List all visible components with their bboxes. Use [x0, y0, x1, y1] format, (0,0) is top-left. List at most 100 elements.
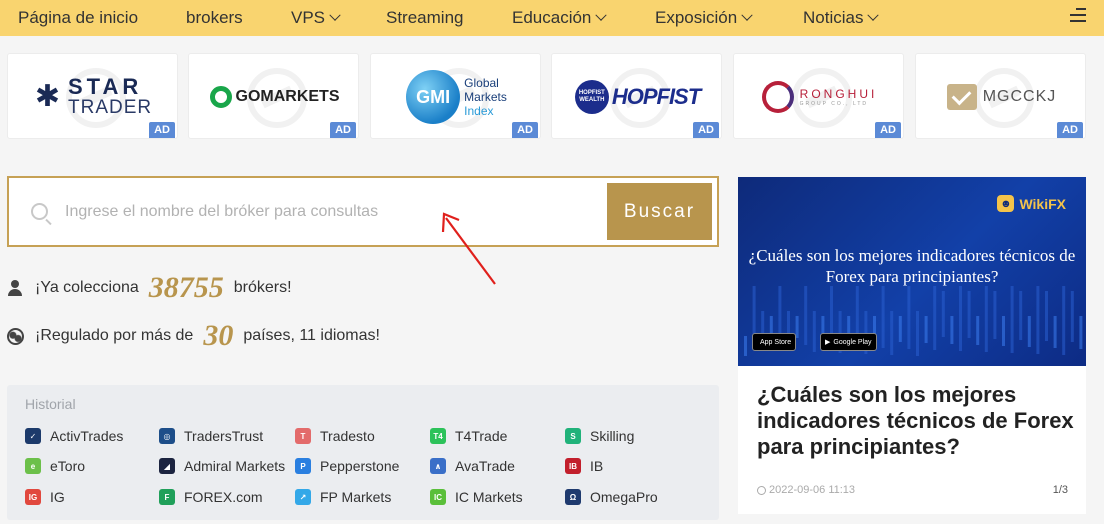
history-item[interactable]: F FOREX.com [159, 489, 263, 505]
candle-mark [1019, 291, 1023, 340]
ad-badge: AD [512, 122, 538, 138]
wikifx-mark-icon: ☻ [997, 195, 1015, 212]
history-item[interactable]: ◎ TradersTrust [159, 428, 263, 444]
broker-logo-icon: ✓ [25, 428, 41, 444]
candle-mark [890, 311, 894, 355]
candle-mark [1070, 291, 1074, 342]
hamburger-icon[interactable] [1070, 8, 1086, 26]
candle-mark [881, 286, 885, 348]
broker-ad-hopfist[interactable]: HOPFIST WEALTH HOPFIST AD [551, 53, 722, 139]
nav-label: Streaming [386, 8, 464, 27]
search-input[interactable] [65, 192, 595, 232]
nav-exposicion[interactable]: Exposición [655, 0, 753, 36]
brand-text: WikiFX [1019, 195, 1066, 212]
broker-ad-ronghui[interactable]: RONGHUI GROUP CO., LTD AD [733, 53, 904, 139]
stat-number: 30 [203, 319, 234, 352]
news-card[interactable]: ☻ WikiFX ¿Cuáles son los mejores indicad… [738, 177, 1086, 514]
history-item[interactable]: IB IB [565, 458, 603, 474]
candle-mark [941, 291, 945, 337]
candle-mark [1002, 316, 1005, 346]
logo-text: HOPFIST WEALTH [578, 90, 605, 103]
search-button[interactable]: Buscar [607, 183, 712, 240]
candle-mark [1053, 316, 1057, 348]
date-text: 2022-09-06 11:13 [769, 484, 856, 496]
candle-mark [1010, 286, 1014, 353]
logo-text: STAR [68, 74, 143, 99]
top-nav: Página de inicio brokers VPS Streaming E… [0, 0, 1104, 36]
history-item-label: ActivTrades [50, 428, 124, 444]
candle-mark [967, 291, 971, 338]
broker-ad-mgcckj[interactable]: MGCCKJ AD [915, 53, 1086, 139]
nav-label: Exposición [655, 8, 738, 27]
history-item[interactable]: IG IG [25, 489, 65, 505]
store-text: Google Play [833, 338, 872, 346]
stat-text: ¡Regulado por más de [35, 327, 194, 344]
play-icon: ▶ [825, 339, 831, 346]
candle-mark [933, 286, 937, 350]
history-item-label: OmegaPro [590, 489, 658, 505]
broker-logo-icon: IB [565, 458, 581, 474]
history-item[interactable]: IC IC Markets [430, 489, 523, 505]
news-pagination: 1/3 [1052, 484, 1068, 496]
logo-text: GOMARKETS [235, 88, 340, 105]
nav-label: VPS [291, 8, 326, 27]
ad-badge: AD [1057, 122, 1083, 138]
history-item[interactable]: Ω OmegaPro [565, 489, 658, 505]
history-item[interactable]: ✓ ActivTrades [25, 428, 123, 444]
nav-brokers[interactable]: brokers [186, 0, 243, 36]
user-icon [7, 280, 23, 296]
google-play-badge[interactable]: ▶ Google Play [820, 333, 877, 351]
broker-ad-carousel: ✱ STAR TRADER AD GOMARKETS AD GMI Global… [7, 53, 1097, 139]
broker-ad-gmi[interactable]: GMI Global Markets Index AD [370, 53, 541, 139]
logo-text: Global [464, 76, 499, 90]
history-item[interactable]: e eToro [25, 458, 85, 474]
history-item[interactable]: P Pepperstone [295, 458, 399, 474]
chevron-down-icon [741, 9, 753, 21]
history-item-label: IC Markets [455, 489, 523, 505]
history-item-label: Skilling [590, 428, 635, 444]
stat-number: 38755 [148, 271, 224, 304]
candle-mark [924, 316, 928, 343]
history-item-label: IG [50, 489, 65, 505]
history-item[interactable]: ↗ FP Markets [295, 489, 391, 505]
history-title: Historial [25, 396, 76, 412]
candle-mark [898, 316, 902, 342]
broker-logo-icon: IG [25, 489, 41, 505]
broker-logo-icon: ∧ [430, 458, 446, 474]
app-store-badge[interactable]: App Store [752, 333, 797, 351]
wikifx-logo: ☻ WikiFX [997, 195, 1066, 212]
logo-text: GROUP CO., LTD [799, 101, 869, 107]
logo-text: Markets [464, 90, 507, 104]
broker-ad-go-markets[interactable]: GOMARKETS AD [188, 53, 359, 139]
stat-brokers-collected: ¡Ya colecciona 38755 brókers! [7, 271, 292, 305]
candle-mark [950, 316, 954, 344]
candle-mark [1045, 291, 1048, 341]
stat-text: brókers! [233, 279, 292, 296]
broker-ad-star-trader[interactable]: ✱ STAR TRADER AD [7, 53, 178, 139]
broker-logo-icon: S [565, 428, 581, 444]
nav-educacion[interactable]: Educación [512, 0, 608, 36]
history-item[interactable]: S Skilling [565, 428, 634, 444]
candle-mark [1079, 316, 1083, 349]
broker-logo-icon: IC [430, 489, 446, 505]
history-item[interactable]: T Tradesto [295, 428, 375, 444]
candle-mark [907, 286, 911, 349]
nav-noticias[interactable]: Noticias [803, 0, 880, 36]
history-item[interactable]: T4 T4Trade [430, 428, 507, 444]
history-item[interactable]: ◢ Admiral Markets [159, 458, 285, 474]
news-title[interactable]: ¿Cuáles son los mejores indicadores técn… [757, 382, 1077, 460]
banner-title: ¿Cuáles son los mejores indicadores técn… [748, 246, 1076, 286]
stat-countries-regulated: ¡Regulado por más de 30 países, 11 idiom… [7, 319, 380, 353]
nav-streaming[interactable]: Streaming [386, 0, 463, 36]
candle-mark [804, 286, 808, 345]
broker-logo-icon: T4 [430, 428, 446, 444]
logo-text: HOPFIST [611, 84, 701, 109]
nav-label: Educación [512, 8, 592, 27]
news-banner: ☻ WikiFX ¿Cuáles son los mejores indicad… [738, 177, 1086, 366]
history-item[interactable]: ∧ AvaTrade [430, 458, 515, 474]
nav-home[interactable]: Página de inicio [18, 0, 138, 36]
ad-badge: AD [330, 122, 356, 138]
candle-mark [1027, 316, 1031, 347]
candle-mark [993, 291, 997, 339]
nav-vps[interactable]: VPS [291, 0, 341, 36]
